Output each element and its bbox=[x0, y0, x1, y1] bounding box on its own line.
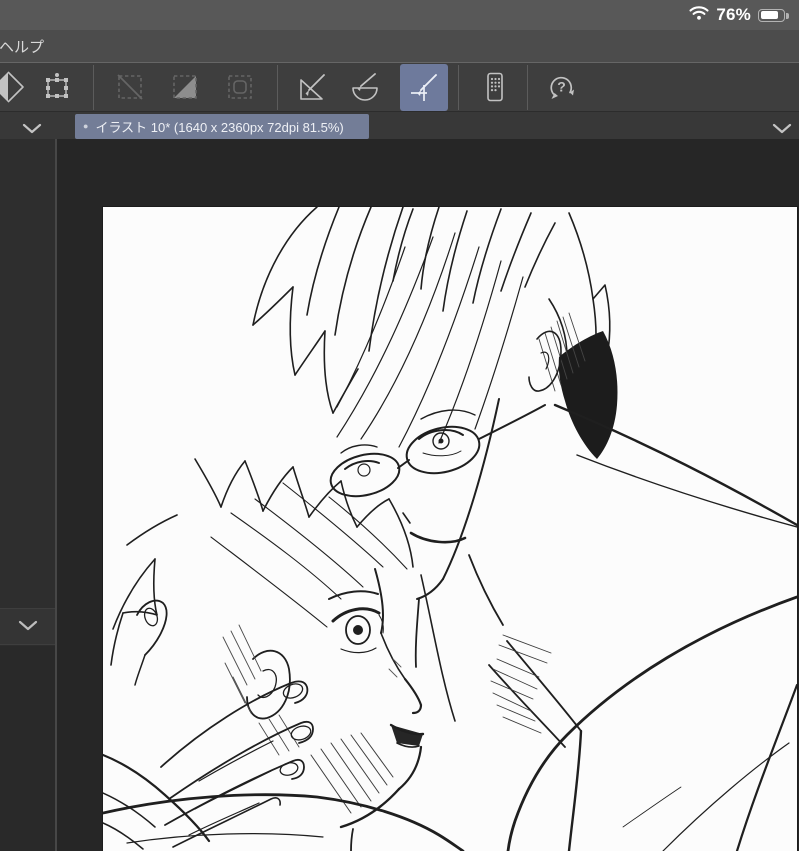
snap-to-curve-ruler-icon[interactable] bbox=[347, 69, 383, 105]
toolbar: ? bbox=[0, 62, 799, 111]
snap-to-special-ruler-icon bbox=[411, 73, 437, 101]
battery-icon bbox=[758, 8, 789, 22]
quick-help-icon[interactable]: ? bbox=[544, 69, 580, 105]
companion-mode-icon[interactable] bbox=[477, 69, 513, 105]
left-panel-sidebar bbox=[0, 139, 57, 851]
document-tab-bar: ● イラスト 10* (1640 x 2360px 72dpi 81.5%) bbox=[0, 111, 799, 139]
collapsed-panel-area bbox=[0, 646, 55, 851]
document-canvas[interactable] bbox=[103, 207, 797, 851]
status-bar: 76% bbox=[0, 0, 799, 30]
canvas-viewport[interactable] bbox=[57, 139, 799, 851]
wifi-icon bbox=[689, 5, 709, 26]
collapsed-panel-area bbox=[0, 139, 55, 608]
blend-tool-icon[interactable] bbox=[0, 69, 26, 105]
menu-bar: ヘルプ bbox=[0, 30, 799, 62]
chevron-down-icon bbox=[18, 618, 38, 636]
active-document-tab[interactable]: ● イラスト 10* (1640 x 2360px 72dpi 81.5%) bbox=[75, 114, 369, 139]
chevron-down-icon[interactable] bbox=[22, 121, 42, 139]
menu-item-help[interactable]: ヘルプ bbox=[0, 34, 50, 59]
deselect-icon[interactable] bbox=[112, 69, 148, 105]
panel-expander[interactable] bbox=[0, 608, 55, 645]
document-title: イラスト 10* (1640 x 2360px 72dpi 81.5%) bbox=[95, 120, 344, 135]
battery-percent-label: 76% bbox=[716, 5, 751, 24]
selection-border-icon[interactable] bbox=[222, 69, 258, 105]
illustration-line-art bbox=[103, 207, 797, 851]
snap-to-special-ruler-button[interactable] bbox=[400, 64, 448, 111]
workspace bbox=[0, 139, 799, 851]
modified-indicator: ● bbox=[83, 121, 89, 131]
transform-tool-icon[interactable] bbox=[39, 69, 75, 105]
svg-text:?: ? bbox=[557, 79, 566, 95]
invert-selection-icon[interactable] bbox=[167, 69, 203, 105]
snap-to-ruler-icon[interactable] bbox=[294, 69, 330, 105]
chevron-down-icon[interactable] bbox=[772, 121, 792, 139]
